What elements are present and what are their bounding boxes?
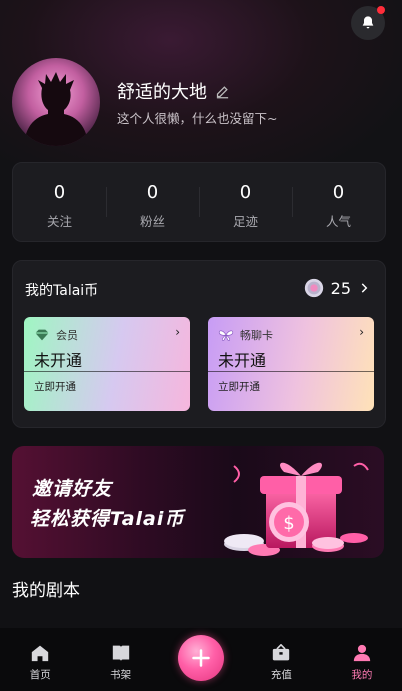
user-icon (353, 644, 371, 662)
coin-balance-link[interactable]: 25 (303, 277, 371, 299)
diamond-icon (35, 329, 49, 341)
stat-value: 0 (53, 182, 66, 203)
tab-mine[interactable]: 我的 (322, 628, 402, 691)
tab-label: 充值 (270, 669, 292, 681)
stat-followers[interactable]: 0 粉丝 (106, 163, 199, 241)
profile-name: 舒适的大地 (117, 82, 207, 103)
bottom-tab-bar: 首页 书架 充值 我的 (0, 628, 402, 691)
notification-badge (377, 6, 385, 14)
svg-text:$: $ (283, 513, 294, 534)
stats-panel: 0 关注 0 粉丝 0 足迹 0 人气 (12, 162, 386, 242)
profile-bio: 这个人很懒，什么也没留下~ (117, 111, 278, 126)
stat-following[interactable]: 0 关注 (13, 163, 106, 241)
tab-label: 书架 (110, 669, 132, 681)
stat-label: 足迹 (232, 214, 258, 229)
butterfly-icon (218, 330, 234, 341)
home-icon (32, 645, 49, 662)
chat-card-header: 畅聊卡 (218, 327, 273, 343)
chevron-right-icon (361, 283, 368, 293)
profile-name-row[interactable]: 舒适的大地 (117, 78, 230, 104)
tab-home[interactable]: 首页 (0, 628, 80, 691)
chevron-right-icon: › (175, 325, 180, 339)
chat-card-name: 畅聊卡 (240, 329, 273, 342)
plus-icon (192, 648, 210, 667)
tab-label: 我的 (351, 669, 373, 681)
chat-card[interactable]: 畅聊卡 › 未开通 立即开通 (208, 317, 374, 411)
tab-create[interactable] (161, 628, 241, 691)
stat-value: 0 (332, 182, 345, 203)
divider (208, 371, 374, 372)
vip-activate-link[interactable]: 立即开通 (34, 379, 76, 394)
stat-value: 0 (146, 182, 159, 203)
stat-value: 0 (239, 182, 252, 203)
vip-status: 未开通 (34, 351, 83, 370)
my-scripts-title: 我的剧本 (12, 581, 80, 601)
coin-card: 我的Talai币 25 会员 › 未开通 立即开通 畅聊卡 › 未开通 立即开通 (12, 260, 386, 428)
gift-box-illustration: $ (224, 462, 369, 556)
divider (24, 371, 190, 372)
stat-label: 关注 (46, 214, 72, 229)
create-button[interactable] (178, 634, 225, 681)
coin-title: 我的Talai币 (25, 283, 99, 299)
book-icon (112, 645, 129, 662)
chat-activate-link[interactable]: 立即开通 (218, 379, 260, 394)
coin-count: 25 (330, 278, 351, 298)
bell-icon (362, 16, 374, 29)
tab-shelf[interactable]: 书架 (80, 628, 160, 691)
banner-subheadline: 轻松获得Talai币 (30, 508, 185, 530)
chevron-right-icon: › (359, 325, 364, 339)
tab-label: 首页 (29, 669, 51, 681)
notification-button[interactable] (351, 6, 385, 40)
avatar[interactable] (12, 58, 100, 146)
stat-popularity[interactable]: 0 人气 (292, 163, 385, 241)
wallet-icon (273, 644, 290, 661)
chat-status: 未开通 (218, 351, 267, 370)
invite-banner[interactable]: 邀请好友 轻松获得Talai币 $ (12, 446, 384, 558)
stat-footprints[interactable]: 0 足迹 (199, 163, 292, 241)
coin-icon (304, 278, 323, 298)
edit-icon[interactable] (215, 84, 230, 99)
vip-card-header: 会员 (34, 327, 78, 343)
tab-recharge[interactable]: 充值 (241, 628, 321, 691)
avatar-silhouette (26, 72, 86, 146)
stat-label: 人气 (325, 214, 351, 229)
vip-card-name: 会员 (56, 329, 78, 342)
vip-card[interactable]: 会员 › 未开通 立即开通 (24, 317, 190, 411)
stat-label: 粉丝 (139, 214, 165, 229)
banner-headline: 邀请好友 (32, 478, 113, 500)
